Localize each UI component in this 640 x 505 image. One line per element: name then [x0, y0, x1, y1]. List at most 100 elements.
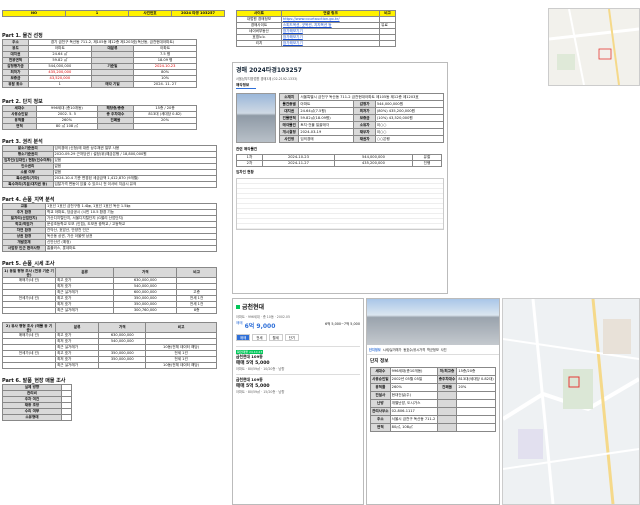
complex-tab[interactable]: 동호수/공시가격 [403, 347, 425, 352]
summary-label: 개시결정 [278, 128, 300, 136]
summary-label: 물건종별 [278, 100, 300, 108]
complex-info-panel: 단지정보 시세/실거래가 동호수/공시가격 학군정보 사진 단지 정보 세대수 996세대… [366, 298, 500, 505]
info-value [456, 399, 496, 408]
table-row: 물건종별 아파트 감정가 544,000,000원 [278, 100, 445, 108]
complex-tab[interactable]: 시세/실거래가 [383, 347, 402, 352]
history-cell: 2차 [236, 160, 263, 167]
price-value: 6억 9,000 [244, 323, 276, 330]
deal-tab[interactable]: 월세 [268, 334, 283, 341]
history-cell: 2024-11-27 [261, 160, 335, 167]
deal-tab[interactable]: 전세 [252, 334, 267, 341]
part2-table: 세대수 996세대 (총10개동) 해당층/총층 15층 / 20층 사용승인일 2002… [2, 105, 197, 130]
summary-label: 소유자 [353, 121, 376, 129]
site-link[interactable]: 참가해보기기 [280, 40, 381, 47]
info-label: 총주차대수 [436, 375, 458, 384]
deal-type-tabs: 매매 전세 월세 단기 [233, 332, 363, 343]
row-label: 유찰 횟수 [2, 81, 29, 88]
map-view[interactable] [502, 298, 640, 505]
info-label: 난방 [370, 399, 391, 408]
info-label: 용적률 [370, 383, 391, 392]
listing-desc: 아파트 · 80/59㎡ · 15/20층 · 남향 [236, 390, 285, 394]
info-value [456, 391, 496, 400]
table-row: 건물면적 59.82㎡(18.09평) 보증금 (10%) 43,520,000원 [278, 114, 445, 122]
row-label-2: 매각 기일 [90, 81, 135, 88]
info-label: 건설사 [370, 391, 391, 400]
row-label: 사업장 인근 편의사항 [2, 245, 46, 252]
complex-tabs: 단지정보 시세/실거래가 동호수/공시가격 학군정보 사진 [367, 345, 499, 355]
info-value [456, 407, 496, 416]
row-value: 경기 금천구 독산동 711-2, 제105동 제12층 제1203호(독산동,… [27, 39, 198, 46]
table-row: 1) 동일 평형 조사 (전용 기준 기준) 분류 가격 비고 [2, 267, 217, 278]
table-row: 소재지 서울특별시 금천구 독산동 711-2 금천현대아파트 제105동 제12… [278, 93, 444, 101]
info-value: 2002년 05월 05일 [389, 375, 438, 384]
subtitle-cell: 1) 동일 평형 조사 (전용 기준 기준) [2, 267, 56, 278]
complex-tab[interactable]: 학군정보 [427, 347, 439, 352]
complex-photo [367, 299, 499, 345]
part3-table: 말소기준권리 임의경매 (신청)에 대한 상주채권 일부 사용 평소기준권리 2020… [2, 145, 217, 188]
auction-history-table: 1차 2024-10-23 544,000,000 유찰 2차 2024-11-27 435… [236, 154, 443, 167]
group-label [2, 307, 56, 314]
info-value: 813대(세대당 0.82대) [456, 375, 496, 384]
part4-table: 교통 1호선 1호선 금천구청 1.4㎞, 1호선 1호선 독산 1.5㎞ 주거 환… [2, 203, 217, 252]
row-value-2 [133, 123, 197, 130]
complex-title: 금천현대 [242, 304, 265, 311]
table-row: 최근 실거래가 10동(전체 데이터 해당) [2, 362, 217, 369]
part4-title: Part 4. 손품_지역 분석 [2, 197, 55, 203]
row-label: 소유형태 [2, 414, 62, 421]
summary-label: 소재지 [278, 93, 300, 101]
info-value: 개별난방, 도시가스 [389, 399, 438, 408]
table-row: 소유형태 [2, 414, 73, 421]
table-row: 주소 서울시 금천구 독산동 711-2 [370, 415, 496, 424]
info-label [436, 399, 458, 408]
complex-tab[interactable]: 사진 [441, 347, 447, 352]
subtitle-cell: 2) 유사 평형 조사 (매물 동 기준) [2, 322, 56, 333]
summary-value: 토지·건물 일괄매각 [298, 121, 355, 129]
row-label: 최근 실거래가 [54, 362, 100, 369]
listing-card-2[interactable]: 금천현대 109동 매매 5억 5,000 아파트 · 80/59㎡ · 15/… [236, 374, 360, 394]
row-note: 8층 [176, 307, 217, 314]
auction-subtitle: 서울남부지방법원 경매3계 (02-2192-1333) [236, 77, 298, 81]
column-header: 가격 [98, 322, 147, 333]
worksheet: NO 1 사건번호 2024 타경 103257 Part 1. 물건 선정 주… [2, 10, 227, 421]
table-row: 면적 80 ㎡ 108 ㎡ [2, 123, 197, 130]
info-value: 02-806-1117 [389, 407, 438, 416]
row-label: 최근 실거래가 [54, 307, 115, 314]
deal-tab[interactable]: 매매 [236, 334, 251, 341]
tab-sale-info[interactable]: 매각정보 [236, 83, 256, 89]
summary-value: 544,000,000원 [374, 100, 445, 108]
row-value-2: 2024. 11. 27 [133, 81, 197, 88]
summary-label: 대지권 [278, 107, 300, 115]
deal-tab[interactable]: 단기 [284, 334, 299, 341]
auction-title: 경매 2024타경103257 [236, 67, 302, 74]
info-value: 996세대(총10개동) [389, 367, 438, 376]
summary-value: 아파트 [298, 100, 355, 108]
table-row: 개시결정 2024-03-19 채무자 이○○ [278, 128, 445, 136]
site-note [379, 40, 396, 47]
info-value: 서울시 금천구 독산동 711-2 [389, 415, 438, 424]
table-row: 사업장 인근 편의사항 홈플러스, 롯데마트 [2, 245, 217, 252]
history-cell: 진행 [411, 160, 443, 167]
info-label [436, 391, 458, 400]
row-value: 홈플러스, 롯데마트 [45, 245, 217, 252]
complex-tab[interactable]: 단지정보 [369, 347, 381, 352]
part6-table: 실제 방향 관리비 주차 여건 채광 조망 수리 여부 소유형태 [2, 384, 73, 421]
panel-title: 단지 정보 [370, 359, 389, 364]
summary-label: 사건명 [278, 135, 300, 143]
summary-value: (10%) 43,520,000원 [374, 114, 445, 122]
price-label: 매매 [236, 321, 243, 325]
rights-table-placeholder [236, 178, 444, 230]
summary-value: (80%) 435,200,000원 [374, 107, 445, 115]
listing-card-1[interactable]: 확인매물 24.10.23 금천현대 109동 매매 5억 5,000 아파트 … [236, 346, 360, 371]
info-label: 저/최고층 [436, 367, 458, 376]
summary-value: 2024-03-19 [298, 128, 355, 136]
row-label: 특수처리(지분/대지권 등) [2, 181, 54, 188]
header-table: NO 1 사건번호 2024 타경 103257 [2, 10, 225, 17]
row-value: 입찰가격 변동이 있을 수 있으니 전 이사비 지급시 유의 [52, 181, 217, 188]
table-row: 특수처리(지분/대지권 등) 입찰가격 변동이 있을 수 있으니 전 이사비 지급… [2, 181, 217, 188]
green-logo-icon [236, 304, 240, 309]
table-row: 관리사무소 02-806-1117 [370, 407, 496, 416]
table-row: 세대수 996세대(총10개동) 저/최고층 15층/20층 [370, 367, 496, 376]
site-name: 리치 [236, 40, 282, 47]
info-value: 현대건설(주) [389, 391, 438, 400]
table-row: 용적률 260% 건폐율 20% [370, 383, 496, 392]
